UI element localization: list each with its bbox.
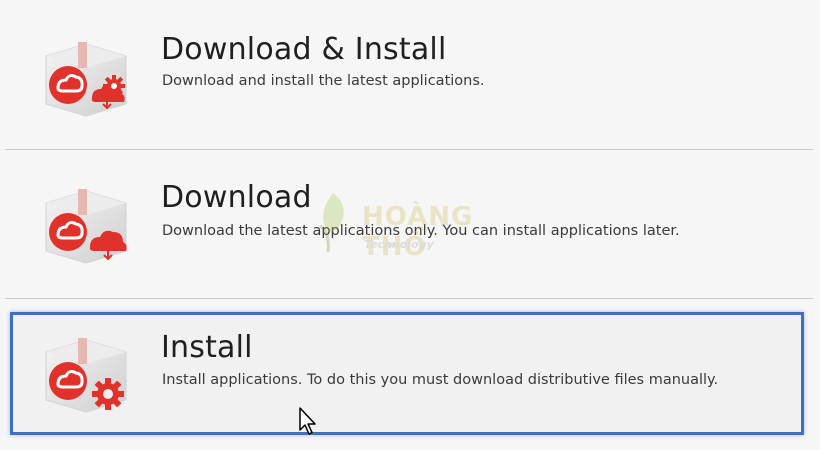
creative-cloud-package-download-icon [45,189,127,264]
divider [5,298,813,299]
creative-cloud-package-download-install-icon [45,42,127,117]
option-title: Install [161,330,253,365]
option-install[interactable]: Install Install applications. To do this… [0,300,820,448]
option-description: Download and install the latest applicat… [162,73,485,89]
creative-cloud-package-install-icon [45,338,127,413]
option-description: Install applications. To do this you mus… [162,372,719,388]
option-title: Download [161,180,312,215]
option-description: Download the latest applications only. Y… [162,223,680,239]
mouse-pointer-icon [299,407,316,435]
option-download-and-install[interactable]: Download & Install Download and install … [0,0,820,148]
option-download[interactable]: Download Download the latest application… [0,150,820,298]
option-title: Download & Install [161,32,447,67]
